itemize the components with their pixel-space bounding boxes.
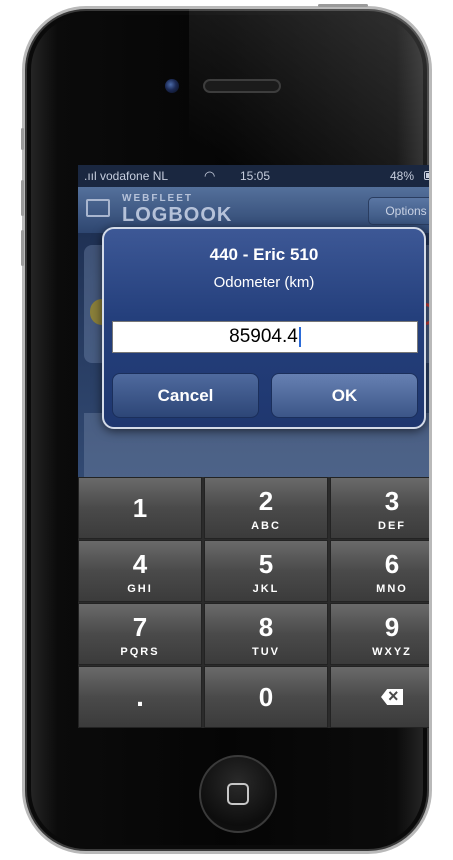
logo-title: LOGBOOK xyxy=(122,204,233,226)
key-digit: 9 xyxy=(384,612,400,642)
key-letters: ABC xyxy=(251,520,281,532)
key-digit: 5 xyxy=(258,549,274,579)
key-9[interactable]: 9 WXYZ xyxy=(330,603,429,665)
key-digit: 2 xyxy=(258,486,274,516)
key-digit: 6 xyxy=(384,549,400,579)
key-digit: 0 xyxy=(258,682,274,712)
odometer-value: 85904.4 xyxy=(229,326,298,347)
key-letters: GHI xyxy=(127,583,153,595)
earpiece-speaker xyxy=(203,79,281,93)
key-7[interactable]: 7 PQRS xyxy=(78,603,202,665)
front-camera xyxy=(165,79,179,93)
volume-down-button xyxy=(21,230,24,266)
key-letters: TUV xyxy=(252,646,280,658)
odometer-input[interactable]: 85904.4 xyxy=(112,321,418,353)
cancel-button[interactable]: Cancel xyxy=(112,373,259,418)
home-button[interactable] xyxy=(199,755,277,833)
power-button xyxy=(318,4,368,7)
key-letters: PQRS xyxy=(120,646,160,658)
key-digit: 7 xyxy=(132,612,148,642)
key-letters: DEF xyxy=(378,520,406,532)
backspace-key[interactable] xyxy=(330,666,429,728)
carrier-label: .ııl vodafone NL xyxy=(84,169,169,183)
key-4[interactable]: 4 GHI xyxy=(78,540,202,602)
phone-frame: .ııl vodafone NL ◠ 15:05 48% WEBFLEET LO… xyxy=(22,6,432,854)
logo-brand: WEBFLEET xyxy=(122,193,193,204)
key-2[interactable]: 2 ABC xyxy=(204,477,328,539)
status-bar: .ııl vodafone NL ◠ 15:05 48% xyxy=(78,165,429,187)
key-digit: . xyxy=(136,681,144,712)
backspace-icon xyxy=(381,689,403,705)
volume-up-button xyxy=(21,180,24,216)
key-letters: JKL xyxy=(252,583,280,595)
key-decimal[interactable]: . xyxy=(78,666,202,728)
home-button-icon xyxy=(227,783,249,805)
logbook-logo-icon xyxy=(86,199,110,217)
key-3[interactable]: 3 DEF xyxy=(330,477,429,539)
numeric-keypad: 1 2 ABC 3 DEF 4 GHI 5 JKL 6 MNO 7 PQRS 8… xyxy=(78,477,429,728)
clock: 15:05 xyxy=(240,169,271,183)
key-5[interactable]: 5 JKL xyxy=(204,540,328,602)
key-digit: 8 xyxy=(258,612,274,642)
key-0[interactable]: 0 xyxy=(204,666,328,728)
key-digit: 1 xyxy=(132,493,148,523)
text-caret xyxy=(298,326,301,347)
phone-screen: .ııl vodafone NL ◠ 15:05 48% WEBFLEET LO… xyxy=(78,165,429,728)
alert-message: Odometer (km) xyxy=(213,274,315,291)
alert-title: 440 - Eric 510 xyxy=(209,245,319,264)
battery-percentage: 48% xyxy=(390,169,415,183)
odometer-alert-dialog: 440 - Eric 510 Odometer (km) 85904.4 Can… xyxy=(102,227,426,429)
key-digit: 3 xyxy=(384,486,400,516)
ok-button[interactable]: OK xyxy=(271,373,418,418)
options-button[interactable]: Options xyxy=(368,197,429,225)
key-digit: 4 xyxy=(132,549,148,579)
wifi-icon: ◠ xyxy=(204,168,216,183)
key-6[interactable]: 6 MNO xyxy=(330,540,429,602)
key-letters: WXYZ xyxy=(372,646,412,658)
battery-icon xyxy=(424,171,429,180)
key-8[interactable]: 8 TUV xyxy=(204,603,328,665)
key-letters: MNO xyxy=(376,583,408,595)
key-1[interactable]: 1 xyxy=(78,477,202,539)
mute-switch xyxy=(21,128,24,150)
